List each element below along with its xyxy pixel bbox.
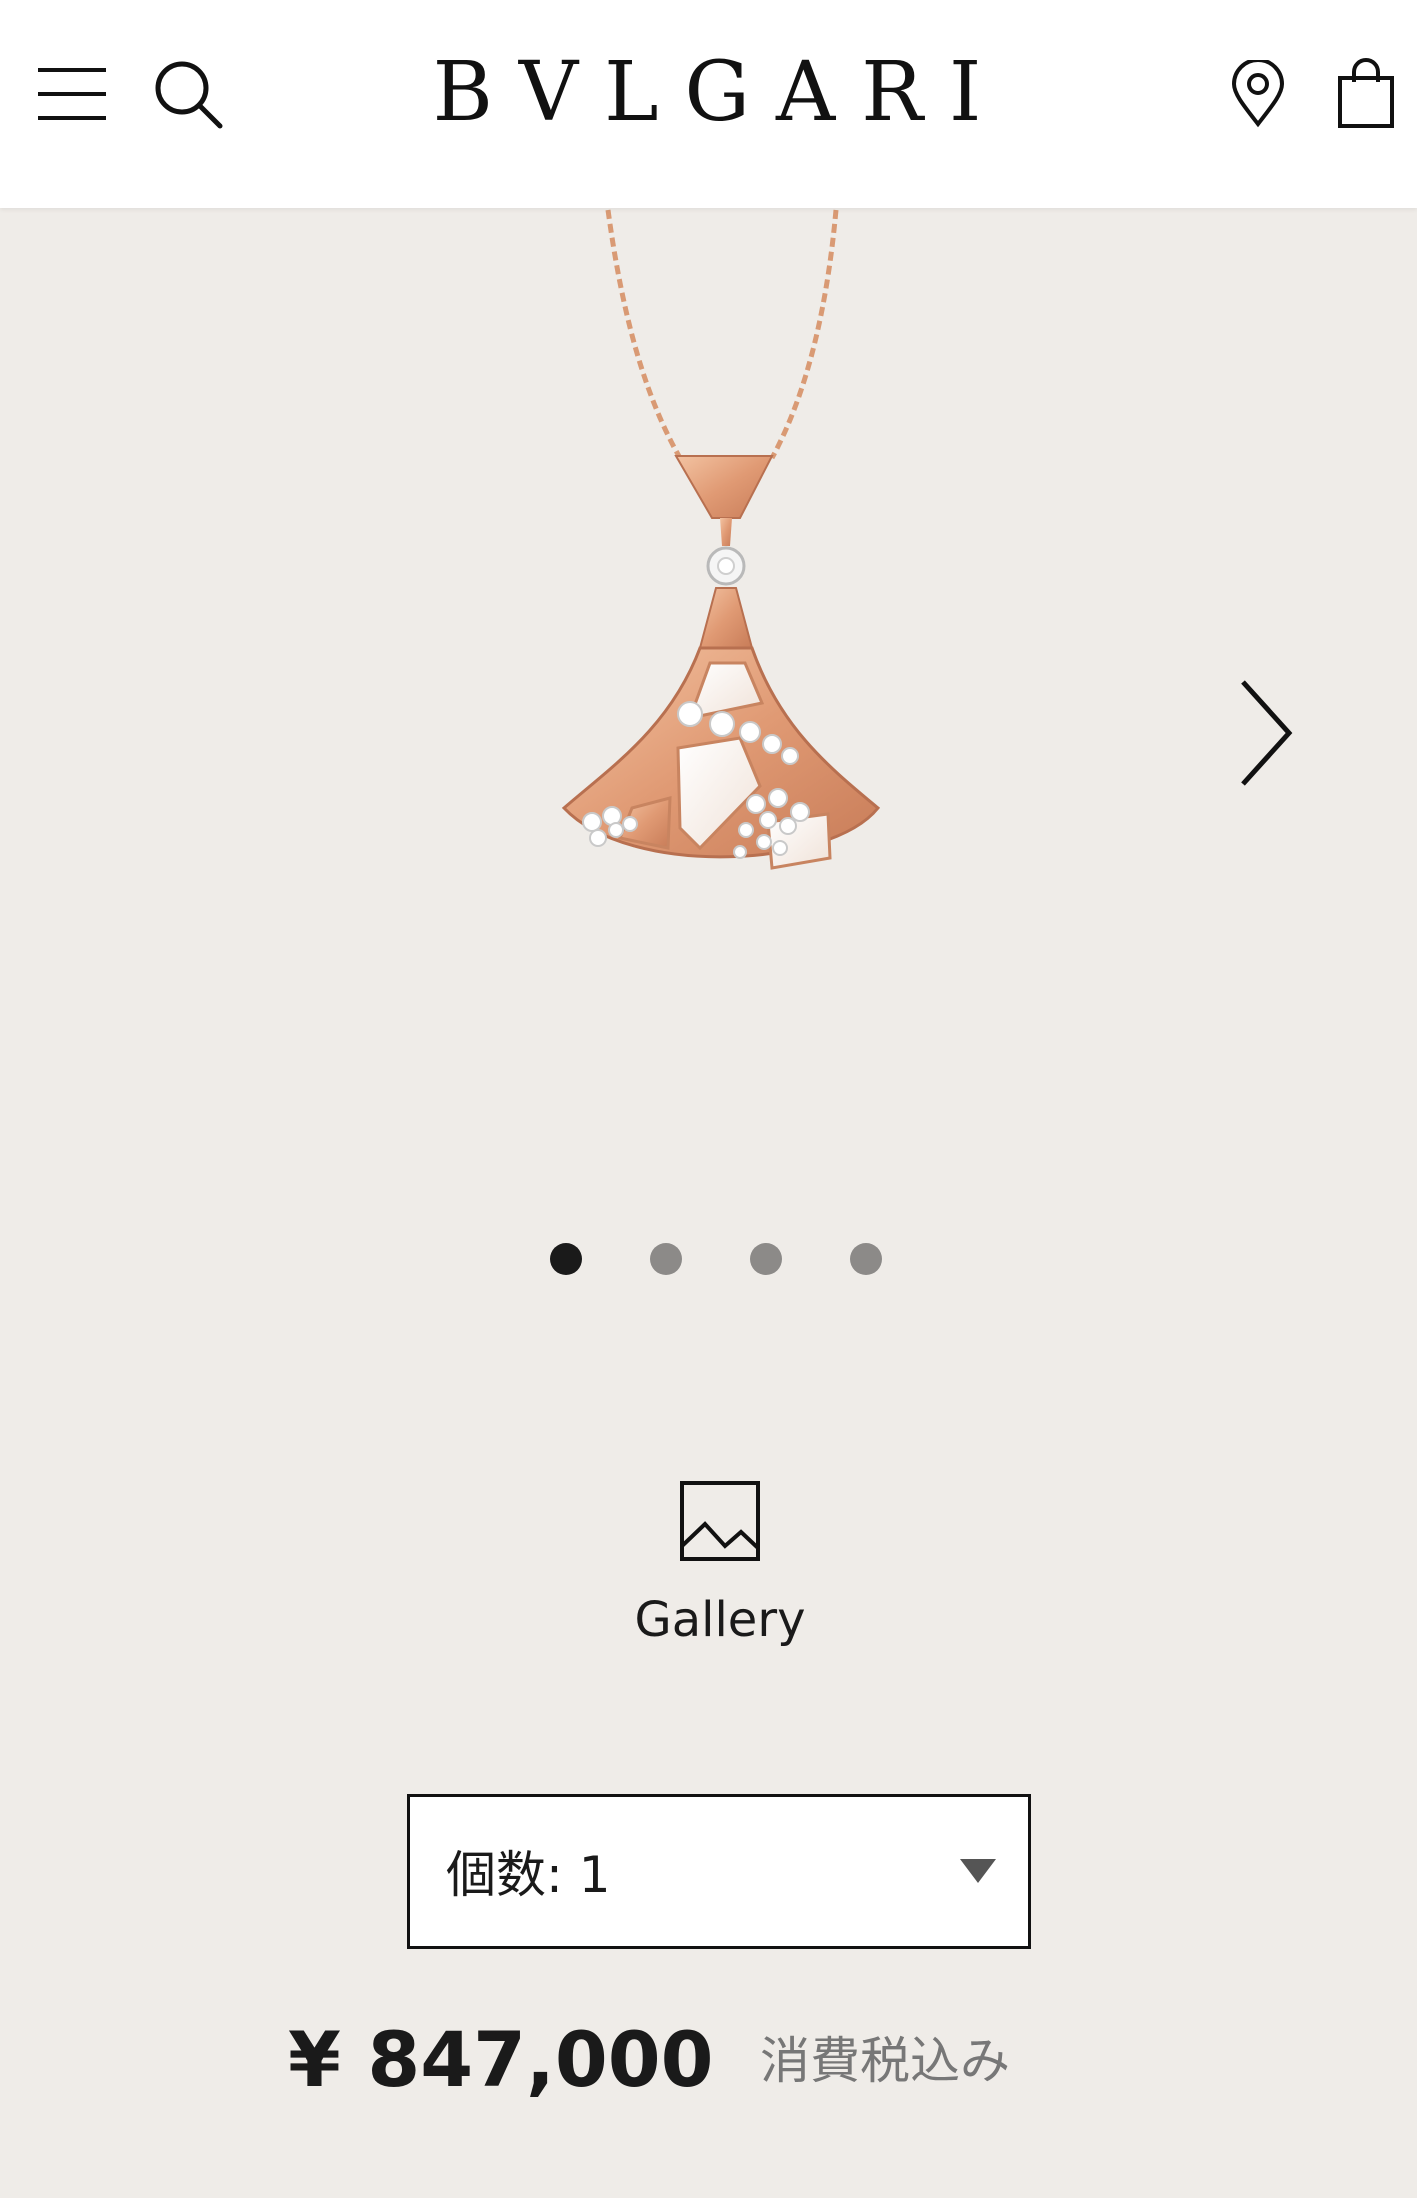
brand-logo[interactable]: BVLGARI xyxy=(420,48,1020,138)
tax-note: 消費税込み xyxy=(760,2032,1010,2090)
store-locator-icon[interactable] xyxy=(1230,60,1286,128)
carousel-pagination xyxy=(550,1243,950,1277)
caret-down-icon xyxy=(960,1859,996,1887)
chevron-right-icon[interactable] xyxy=(1235,678,1295,792)
product-price: ¥ 847,000 xyxy=(288,2015,714,2104)
quantity-label: 個数: 1 xyxy=(446,1846,611,1904)
carousel-dot-3[interactable] xyxy=(750,1243,782,1275)
product-image xyxy=(540,208,900,912)
carousel-dot-1[interactable] xyxy=(550,1243,582,1275)
search-icon[interactable] xyxy=(154,60,224,130)
gallery-button[interactable]: Gallery xyxy=(600,1480,840,1670)
product-image-carousel[interactable] xyxy=(0,208,1417,1275)
image-icon xyxy=(679,1480,761,1566)
site-header: BVLGARI xyxy=(0,0,1417,208)
shopping-bag-icon[interactable] xyxy=(1336,58,1396,130)
gallery-label: Gallery xyxy=(634,1592,806,1648)
carousel-dot-2[interactable] xyxy=(650,1243,682,1275)
carousel-dot-4[interactable] xyxy=(850,1243,882,1275)
menu-icon[interactable] xyxy=(38,66,106,122)
quantity-select[interactable]: 個数: 1 xyxy=(407,1794,1031,1949)
